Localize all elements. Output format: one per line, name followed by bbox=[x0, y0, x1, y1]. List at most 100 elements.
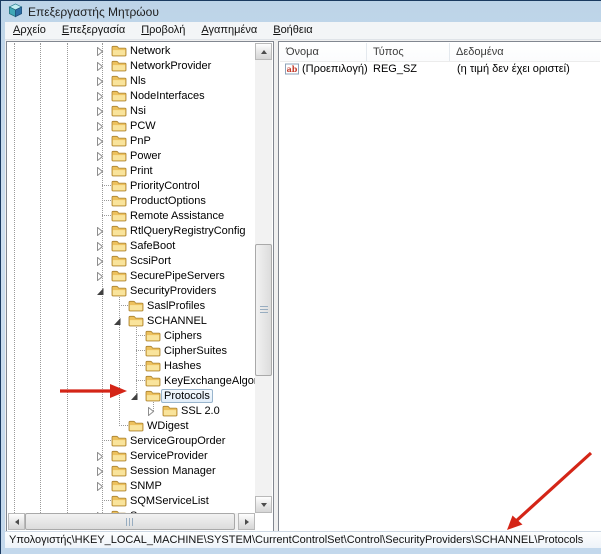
tree-item-SecurityProviders[interactable]: SecurityProviders bbox=[8, 283, 255, 298]
tree-item-KeyExchangeAlgorithms[interactable]: KeyExchangeAlgorithms bbox=[8, 373, 255, 388]
tree-item-label: SQMServiceList bbox=[127, 494, 212, 508]
tree-connector-stub bbox=[136, 335, 145, 336]
tree-item-Srp[interactable]: Srp bbox=[8, 508, 255, 513]
tree-item-label: SafeBoot bbox=[127, 239, 178, 253]
tree-item-label: Print bbox=[127, 164, 156, 178]
value-row[interactable]: ab(Προεπιλογή)REG_SZ(η τιμή δεν έχει ορι… bbox=[280, 61, 600, 77]
status-bar-path: Υπολογιστής\HKEY_LOCAL_MACHINE\SYSTEM\Cu… bbox=[9, 534, 583, 546]
column-header-Δεδομένα[interactable]: Δεδομένα bbox=[450, 43, 600, 61]
tree-item-PnP[interactable]: PnP bbox=[8, 133, 255, 148]
tree-item-label: ServiceProvider bbox=[127, 449, 211, 463]
tree-item-SafeBoot[interactable]: SafeBoot bbox=[8, 238, 255, 253]
vertical-scroll-thumb[interactable] bbox=[255, 244, 272, 376]
tree-connector-stub bbox=[119, 425, 128, 426]
scroll-left-button[interactable] bbox=[8, 513, 25, 530]
tree-item-label: KeyExchangeAlgorithms bbox=[161, 374, 255, 388]
tree-item-ScsiPort[interactable]: ScsiPort bbox=[8, 253, 255, 268]
tree-connector-stub bbox=[136, 380, 145, 381]
tree-item-label: Power bbox=[127, 149, 164, 163]
tree-item-ServiceProvider[interactable]: ServiceProvider bbox=[8, 448, 255, 463]
tree-connector-stub bbox=[102, 440, 111, 441]
folder-icon bbox=[111, 509, 127, 513]
tree-item-Remote Assistance[interactable]: Remote Assistance bbox=[8, 208, 255, 223]
tree-item-label: SSL 2.0 bbox=[178, 404, 223, 418]
tree-item-CipherSuites[interactable]: CipherSuites bbox=[8, 343, 255, 358]
tree-item-PriorityControl[interactable]: PriorityControl bbox=[8, 178, 255, 193]
tree-item-label: Session Manager bbox=[127, 464, 219, 478]
tree-item-WDigest[interactable]: WDigest bbox=[8, 418, 255, 433]
tree-item-ServiceGroupOrder[interactable]: ServiceGroupOrder bbox=[8, 433, 255, 448]
svg-text:ab: ab bbox=[287, 64, 298, 74]
value-data: (η τιμή δεν έχει οριστεί) bbox=[457, 61, 570, 77]
tree-item-label: Protocols bbox=[161, 389, 213, 403]
tree-item-Power[interactable]: Power bbox=[8, 148, 255, 163]
tree-item-label: ProductOptions bbox=[127, 194, 209, 208]
tree-item-label: SaslProfiles bbox=[144, 299, 208, 313]
tree-item-Hashes[interactable]: Hashes bbox=[8, 358, 255, 373]
tree-horizontal-scrollbar[interactable] bbox=[8, 513, 255, 530]
scroll-down-button[interactable] bbox=[255, 496, 272, 513]
tree-item-PCW[interactable]: PCW bbox=[8, 118, 255, 133]
tree-item-SSL 2.0[interactable]: SSL 2.0 bbox=[8, 403, 255, 418]
tree-item-label: ScsiPort bbox=[127, 254, 174, 268]
tree-item-label: SecurityProviders bbox=[127, 284, 219, 298]
status-bar: Υπολογιστής\HKEY_LOCAL_MACHINE\SYSTEM\Cu… bbox=[5, 531, 601, 548]
window-title: Επεξεργαστής Μητρώου bbox=[28, 5, 159, 19]
tree-item-SaslProfiles[interactable]: SaslProfiles bbox=[8, 298, 255, 313]
tree-item-Session Manager[interactable]: Session Manager bbox=[8, 463, 255, 478]
tree-item-label: ServiceGroupOrder bbox=[127, 434, 228, 448]
tree-vertical-scrollbar[interactable] bbox=[255, 43, 272, 513]
value-type: REG_SZ bbox=[373, 61, 417, 77]
horizontal-scroll-thumb[interactable] bbox=[25, 513, 235, 530]
list-column-header: ΌνομαΤύποςΔεδομένα bbox=[280, 43, 600, 62]
tree-item-label: Srp bbox=[127, 509, 150, 514]
tree-item-SCHANNEL[interactable]: SCHANNEL bbox=[8, 313, 255, 328]
tree-item-ProductOptions[interactable]: ProductOptions bbox=[8, 193, 255, 208]
tree-item-label: NodeInterfaces bbox=[127, 89, 208, 103]
tree-item-label: Nsi bbox=[127, 104, 149, 118]
tree-item-Nsi[interactable]: Nsi bbox=[8, 103, 255, 118]
tree-item-label: Network bbox=[127, 44, 173, 58]
tree-item-SecurePipeServers[interactable]: SecurePipeServers bbox=[8, 268, 255, 283]
tree-connector-stub bbox=[119, 305, 128, 306]
reg-sz-icon: ab bbox=[285, 63, 299, 80]
tree-item-label: PriorityControl bbox=[127, 179, 203, 193]
tree-item-Print[interactable]: Print bbox=[8, 163, 255, 178]
title-bar[interactable]: Επεξεργαστής Μητρώου bbox=[1, 1, 601, 22]
menu-item-Αρχείο[interactable]: Αρχείο bbox=[5, 22, 54, 39]
scroll-up-button[interactable] bbox=[255, 43, 272, 60]
main-area: NetworkNetworkProviderNlsNodeInterfacesN… bbox=[5, 40, 601, 531]
scroll-right-button[interactable] bbox=[238, 513, 255, 530]
tree-item-SNMP[interactable]: SNMP bbox=[8, 478, 255, 493]
tree-item-Protocols[interactable]: Protocols bbox=[8, 388, 255, 403]
tree-connector-stub bbox=[102, 500, 111, 501]
tree-connector-stub bbox=[102, 185, 111, 186]
expand-icon[interactable] bbox=[96, 511, 105, 513]
tree-item-NetworkProvider[interactable]: NetworkProvider bbox=[8, 58, 255, 73]
tree-item-RtlQueryRegistryConfig[interactable]: RtlQueryRegistryConfig bbox=[8, 223, 255, 238]
window-content: ΑρχείοΕπεξεργασίαΠροβολήΑγαπημέναΒοήθεια… bbox=[5, 22, 601, 548]
tree-item-label: Remote Assistance bbox=[127, 209, 227, 223]
menu-item-Επεξεργασία[interactable]: Επεξεργασία bbox=[54, 22, 133, 39]
tree-item-NodeInterfaces[interactable]: NodeInterfaces bbox=[8, 88, 255, 103]
tree-item-label: PCW bbox=[127, 119, 159, 133]
column-header-Τύπος[interactable]: Τύπος bbox=[367, 43, 450, 61]
tree-item-SQMServiceList[interactable]: SQMServiceList bbox=[8, 493, 255, 508]
tree-item-label: Hashes bbox=[161, 359, 204, 373]
menu-bar: ΑρχείοΕπεξεργασίαΠροβολήΑγαπημέναΒοήθεια bbox=[5, 22, 601, 40]
tree-viewport[interactable]: NetworkNetworkProviderNlsNodeInterfacesN… bbox=[8, 43, 255, 513]
list-rows: ab(Προεπιλογή)REG_SZ(η τιμή δεν έχει ορι… bbox=[280, 61, 600, 530]
menu-item-Αγαπημένα[interactable]: Αγαπημένα bbox=[193, 22, 265, 39]
menu-item-Προβολή[interactable]: Προβολή bbox=[133, 22, 193, 39]
registry-cube-icon bbox=[8, 3, 23, 23]
tree-item-label: CipherSuites bbox=[161, 344, 230, 358]
tree-item-Network[interactable]: Network bbox=[8, 43, 255, 58]
column-header-Όνομα[interactable]: Όνομα bbox=[280, 43, 367, 61]
tree-item-label: WDigest bbox=[144, 419, 192, 433]
tree-item-Nls[interactable]: Nls bbox=[8, 73, 255, 88]
tree-item-label: SCHANNEL bbox=[144, 314, 210, 328]
menu-item-Βοήθεια[interactable]: Βοήθεια bbox=[265, 22, 320, 39]
tree-item-Ciphers[interactable]: Ciphers bbox=[8, 328, 255, 343]
tree-item-label: PnP bbox=[127, 134, 154, 148]
tree-connector-stub bbox=[136, 350, 145, 351]
